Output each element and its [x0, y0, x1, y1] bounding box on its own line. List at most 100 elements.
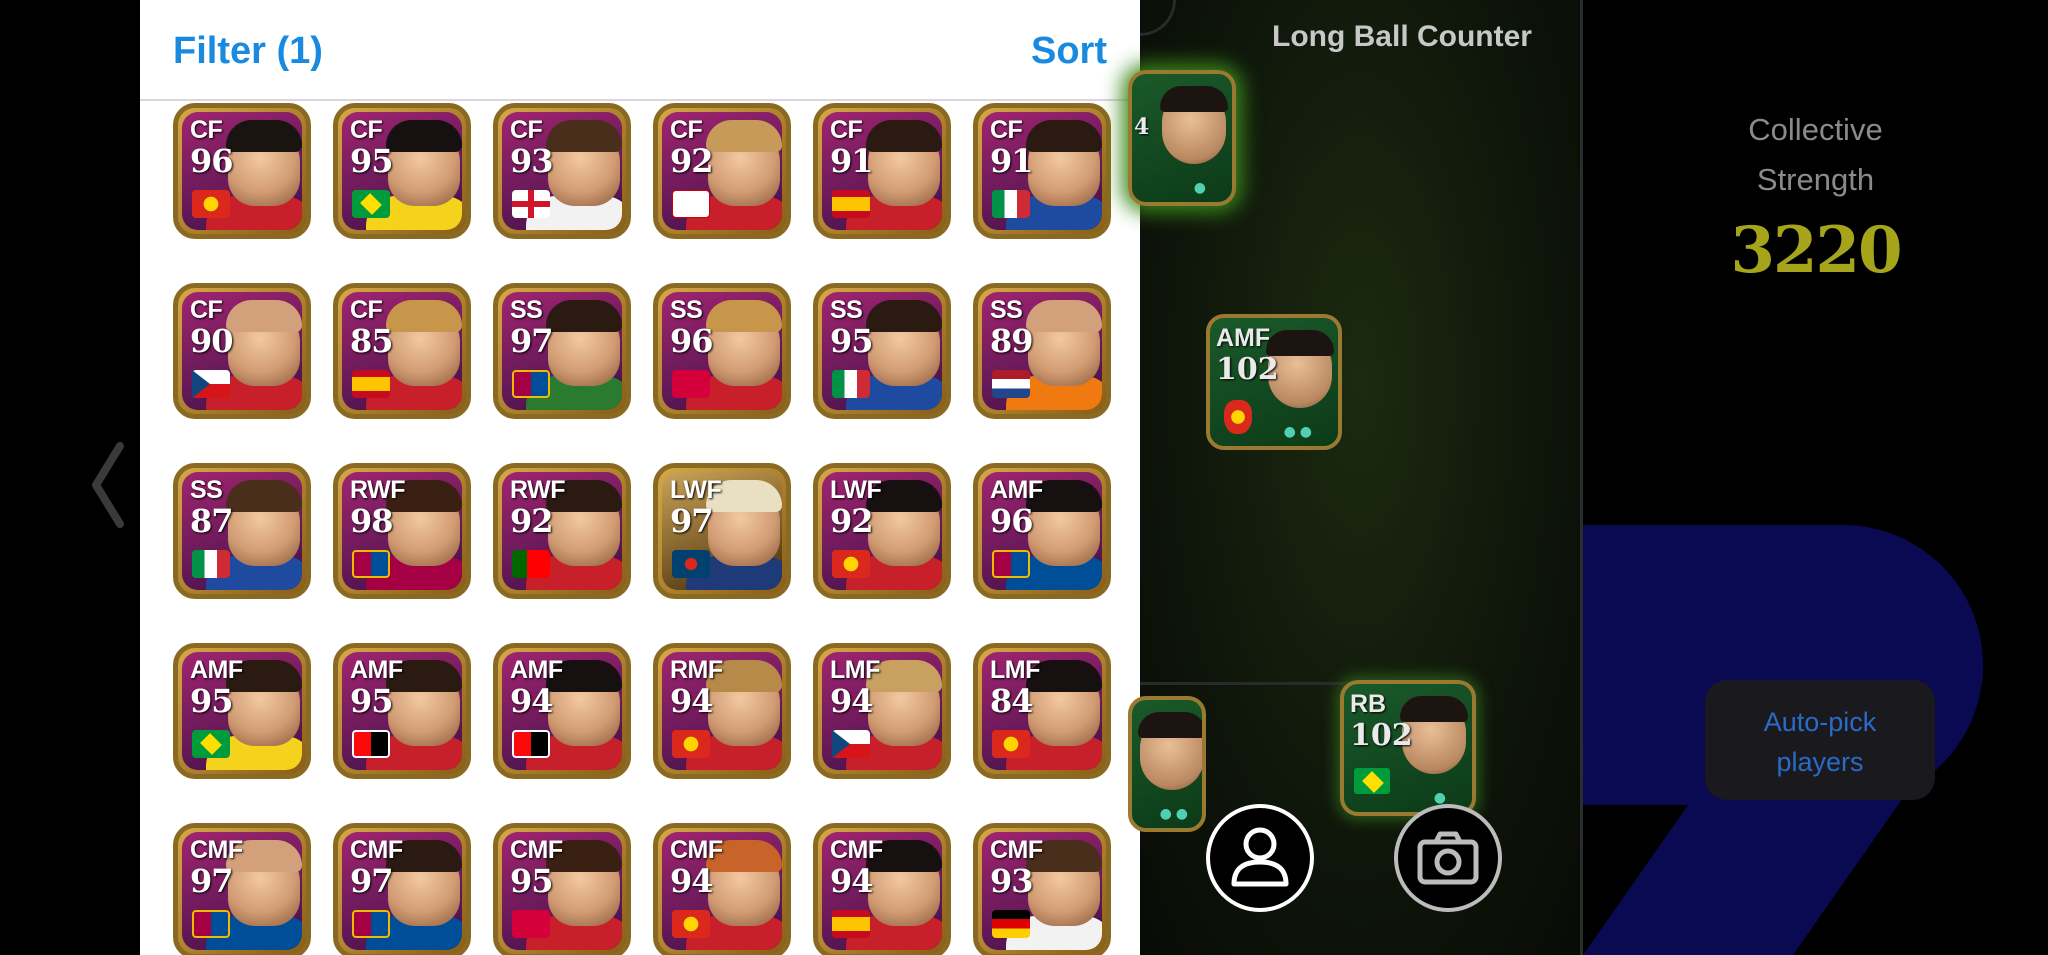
player-hair [706, 300, 782, 332]
club-crest-icon [352, 910, 390, 938]
player-position: CMF [670, 836, 723, 864]
player-card[interactable]: CF 96 [173, 103, 311, 239]
pitch-line [1140, 682, 1370, 685]
person-icon [1231, 827, 1289, 887]
skill-dots: ● [1193, 180, 1210, 196]
player-card[interactable]: CF 91 [973, 103, 1111, 239]
flag-icon [832, 730, 870, 758]
club-crest-icon [992, 730, 1030, 758]
player-rating: 85 [350, 322, 394, 360]
player-rating: 96 [190, 142, 234, 180]
player-card[interactable]: CF 95 [333, 103, 471, 239]
club-crest-icon [512, 910, 550, 938]
player-card[interactable]: LMF 84 [973, 643, 1111, 779]
player-position: CF [350, 116, 383, 144]
player-position: SS [830, 296, 863, 324]
player-rating: 87 [190, 502, 234, 540]
club-crest-icon [192, 190, 230, 218]
player-rating: 97 [350, 862, 394, 900]
player-hair [226, 480, 302, 512]
player-position: AMF [350, 656, 403, 684]
player-card-frame: RWF 98 [342, 472, 462, 590]
player-card[interactable]: AMF 95 [173, 643, 311, 779]
player-card-frame: CF 95 [342, 112, 462, 230]
flag-icon [352, 190, 390, 218]
player-position: SS [670, 296, 703, 324]
player-position: SS [190, 476, 223, 504]
flag-icon [512, 190, 550, 218]
player-card-frame: RWF 92 [502, 472, 622, 590]
player-card-frame: CF 92 [662, 112, 782, 230]
player-card[interactable]: CMF 94 [653, 823, 791, 955]
player-card[interactable]: CF 92 [653, 103, 791, 239]
player-card[interactable]: SS 87 [173, 463, 311, 599]
flag-icon [832, 910, 870, 938]
player-hair [866, 300, 942, 332]
player-card-frame: CMF 95 [502, 832, 622, 950]
player-card[interactable]: RWF 98 [333, 463, 471, 599]
formation-player-card[interactable]: AMF 102 ●● [1206, 314, 1342, 450]
player-hair [1138, 712, 1202, 738]
flag-icon [832, 190, 870, 218]
left-gutter [0, 0, 140, 955]
player-rating: 95 [510, 862, 554, 900]
player-rating: 96 [990, 502, 1034, 540]
player-rating: 93 [990, 862, 1034, 900]
collective-strength-label-line: Collective [1748, 112, 1883, 147]
player-card[interactable]: AMF 96 [973, 463, 1111, 599]
player-rating: 95 [350, 682, 394, 720]
player-rating: 96 [670, 322, 714, 360]
player-position: SS [990, 296, 1023, 324]
player-card-frame: SS 89 [982, 292, 1102, 410]
player-card[interactable]: SS 96 [653, 283, 791, 419]
player-position: CF [670, 116, 703, 144]
player-card-frame: LWF 97 [662, 472, 782, 590]
sort-button[interactable]: Sort [1031, 30, 1107, 73]
player-position: CF [190, 296, 223, 324]
player-card[interactable]: LWF 92 [813, 463, 951, 599]
player-hair [706, 120, 782, 152]
player-rating: 102 [1350, 718, 1413, 753]
player-card[interactable]: SS 89 [973, 283, 1111, 419]
player-card-frame: SS 87 [182, 472, 302, 590]
player-card[interactable]: LWF 97 [653, 463, 791, 599]
player-card[interactable]: AMF 94 [493, 643, 631, 779]
player-card[interactable]: SS 97 [493, 283, 631, 419]
player-card[interactable]: SS 95 [813, 283, 951, 419]
player-hair [866, 120, 942, 152]
flag-icon [512, 550, 550, 578]
player-card[interactable]: RWF 92 [493, 463, 631, 599]
formation-player-card[interactable]: 4 ● [1128, 70, 1236, 206]
player-card-frame: RMF 94 [662, 652, 782, 770]
filter-button[interactable]: Filter (1) [173, 30, 323, 73]
player-card[interactable]: RMF 94 [653, 643, 791, 779]
player-rating: 94 [830, 862, 874, 900]
player-rating: 91 [990, 142, 1034, 180]
player-hair [226, 120, 302, 152]
flag-icon [192, 370, 230, 398]
player-position: AMF [510, 656, 563, 684]
player-card[interactable]: CMF 95 [493, 823, 631, 955]
player-position: RMF [670, 656, 723, 684]
player-position: RWF [350, 476, 405, 504]
flag-icon [352, 370, 390, 398]
player-card[interactable]: CF 91 [813, 103, 951, 239]
player-card[interactable]: CMF 93 [973, 823, 1111, 955]
player-card[interactable]: CMF 97 [173, 823, 311, 955]
player-card[interactable]: AMF 95 [333, 643, 471, 779]
formation-player-card[interactable]: RB 102 ● [1340, 680, 1476, 816]
player-card[interactable]: LMF 94 [813, 643, 951, 779]
chevron-left-icon[interactable] [88, 440, 128, 530]
profile-button[interactable] [1206, 804, 1314, 912]
player-card[interactable]: CMF 94 [813, 823, 951, 955]
player-card[interactable]: CMF 97 [333, 823, 471, 955]
club-crest-icon [512, 370, 550, 398]
camera-button[interactable] [1394, 804, 1502, 912]
formation-player-card[interactable]: ●● [1128, 696, 1206, 832]
player-card[interactable]: CF 93 [493, 103, 631, 239]
player-rating: 97 [670, 502, 714, 540]
player-card[interactable]: CF 90 [173, 283, 311, 419]
player-card[interactable]: CF 85 [333, 283, 471, 419]
player-card-frame: SS 95 [822, 292, 942, 410]
auto-pick-players-button[interactable]: Auto-pick players [1705, 680, 1935, 800]
